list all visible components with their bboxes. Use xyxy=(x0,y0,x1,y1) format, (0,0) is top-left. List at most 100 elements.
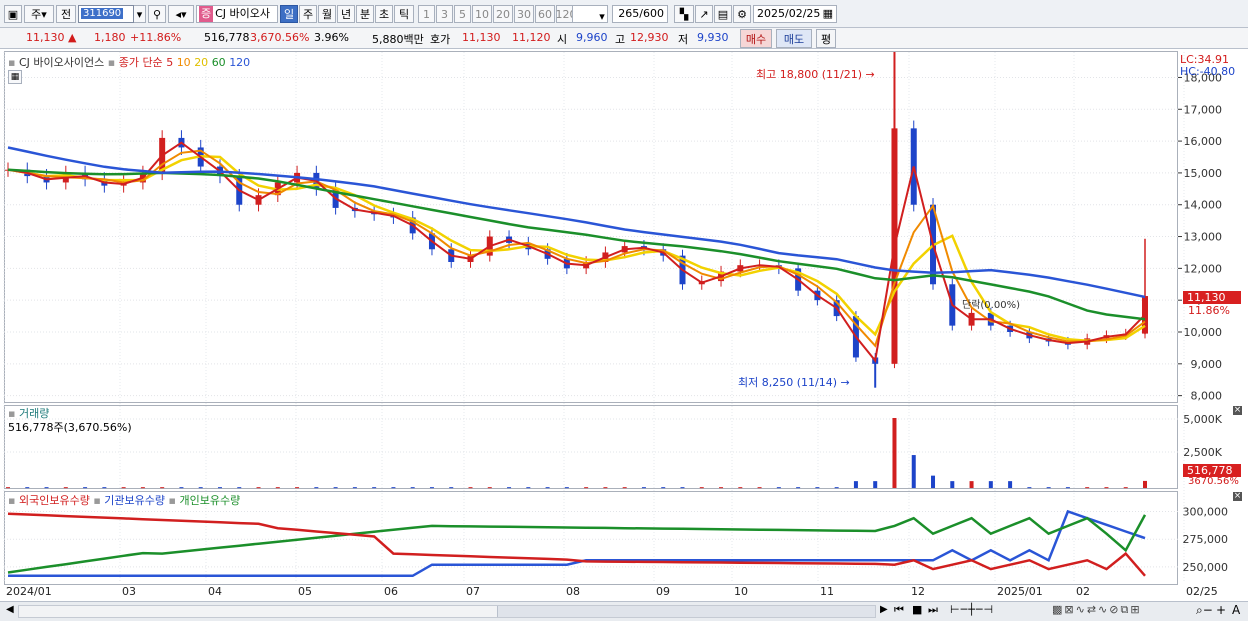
y-tick-label: 16,000 xyxy=(1184,135,1223,148)
volume-bar xyxy=(468,487,473,489)
legend-bullet: ▪ xyxy=(107,56,116,69)
drawing-tools-icon[interactable]: ▩⊠∿⇄∿⊘⧉⊞ xyxy=(1052,603,1142,617)
x-tick-label: 05 xyxy=(298,585,312,598)
x-tick-label: 08 xyxy=(566,585,580,598)
volume-bar xyxy=(352,487,357,489)
volume-bar xyxy=(1143,480,1147,488)
x-tick-label: 04 xyxy=(208,585,222,598)
volume-bar xyxy=(44,487,49,489)
last-icon[interactable]: ⏭ xyxy=(928,603,938,617)
scroll-right-icon[interactable]: ▶ xyxy=(880,604,888,615)
volume-bar xyxy=(1065,487,1070,489)
close-volume-icon[interactable]: × xyxy=(1233,406,1242,415)
high-annotation: 최고 18,800 (11/21) → xyxy=(756,68,875,81)
volume-bar xyxy=(931,475,936,488)
volume-bar xyxy=(564,487,569,489)
zoom-slider[interactable]: ⊢─┼─⊣ xyxy=(950,603,994,616)
y-tick-label: 17,000 xyxy=(1184,103,1223,116)
volume-bar xyxy=(102,487,107,489)
volume-bar xyxy=(680,487,685,489)
legend-foreign[interactable]: 외국인보유수량 xyxy=(19,494,90,507)
volume-bar xyxy=(719,487,724,489)
volume-pct-label: 3670.56% xyxy=(1188,476,1239,487)
table-toggle-icon[interactable]: ▦ xyxy=(8,70,22,84)
volume-bar xyxy=(796,487,801,489)
legend-institution[interactable]: 기관보유수량 xyxy=(104,494,165,507)
ma-60[interactable]: 60 xyxy=(212,56,226,69)
chart-canvas: 18,00017,00016,00015,00014,00013,00012,0… xyxy=(3,52,1229,598)
volume-bar xyxy=(757,487,762,489)
y-tick-label: 8,000 xyxy=(1191,390,1223,403)
volume-bar xyxy=(295,487,300,489)
ma-120[interactable]: 120 xyxy=(229,56,250,69)
holding-legend: ▪ 외국인보유수량 ▪ 기관보유수량 ▪ 개인보유수량 xyxy=(8,494,241,507)
legend-bullet: ▪ xyxy=(8,56,16,69)
horizontal-scrollbar[interactable] xyxy=(18,605,876,618)
volume-bar xyxy=(776,487,781,489)
volume-bar xyxy=(25,487,30,489)
auto-scale-icon[interactable]: A xyxy=(1232,603,1240,617)
current-price-box: 11,130 xyxy=(1183,291,1241,304)
volume-bar xyxy=(237,487,242,489)
volume-bar xyxy=(372,487,377,489)
volume-bar xyxy=(198,487,203,489)
hc-value: HC:-40.80 xyxy=(1180,65,1236,78)
zoom-out-icon[interactable]: ⌕− xyxy=(1196,603,1213,618)
x-tick-label: 02 xyxy=(1076,585,1090,598)
volume-bar xyxy=(1046,487,1051,489)
stop-icon[interactable]: ■ xyxy=(912,603,922,616)
volume-bar xyxy=(584,487,589,489)
x-tick-label: 03 xyxy=(122,585,136,598)
change-pct-label: 11.86% xyxy=(1188,304,1230,317)
volume-bar xyxy=(1123,487,1128,489)
vol-tick-label: 2,500K xyxy=(1183,446,1222,459)
y-tick-label: 9,000 xyxy=(1191,358,1223,371)
volume-bar xyxy=(83,487,88,489)
volume-value-label: 516,778주(3,670.56%) xyxy=(8,421,132,434)
volume-bar xyxy=(873,481,878,488)
scroll-thumb[interactable] xyxy=(497,606,875,617)
series-name[interactable]: CJ 바이오사이언스 xyxy=(19,56,104,69)
hold-tick-label: 250,000 xyxy=(1183,561,1229,574)
legend-individual[interactable]: 개인보유수량 xyxy=(179,494,240,507)
ma-title[interactable]: 종가 단순 xyxy=(119,56,163,69)
volume-bar xyxy=(140,487,145,489)
close-holding-icon[interactable]: × xyxy=(1233,492,1242,501)
hold-tick-label: 275,000 xyxy=(1183,533,1229,546)
volume-bar xyxy=(622,487,627,489)
low-annotation: 최저 8,250 (11/14) → xyxy=(738,376,850,389)
volume-bar xyxy=(853,481,858,488)
scroll-left-icon[interactable]: ◀ xyxy=(6,604,14,615)
volume-bar xyxy=(988,481,993,488)
volume-bar xyxy=(429,487,434,489)
volume-bar xyxy=(603,487,608,489)
volume-bar xyxy=(121,487,126,489)
chart-legend: ▪ CJ 바이오사이언스 ▪ 종가 단순 5 10 20 60 120 xyxy=(8,54,250,70)
volume-bar xyxy=(179,487,184,489)
volume-bar xyxy=(63,487,68,489)
volume-bar xyxy=(487,487,492,489)
y-tick-label: 10,000 xyxy=(1184,326,1223,339)
volume-bar xyxy=(6,487,10,489)
volume-bar xyxy=(950,481,955,488)
x-tick-label: 02/25 xyxy=(1186,585,1218,598)
ma-20[interactable]: 20 xyxy=(194,56,208,69)
ma-10[interactable]: 10 xyxy=(177,56,191,69)
volume-bar xyxy=(1085,487,1090,489)
volume-bar xyxy=(410,487,415,489)
volume-bar xyxy=(333,487,338,489)
hold-tick-label: 300,000 xyxy=(1183,506,1229,519)
volume-bar xyxy=(275,487,280,489)
volume-bar xyxy=(815,487,820,489)
volume-bar xyxy=(526,487,531,489)
y-tick-label: 14,000 xyxy=(1184,199,1223,212)
ma5-line xyxy=(7,141,1146,363)
y-tick-label: 13,000 xyxy=(1184,231,1223,244)
zoom-in-icon[interactable]: + xyxy=(1216,603,1226,617)
x-tick-label: 10 xyxy=(734,585,748,598)
ma-5[interactable]: 5 xyxy=(166,56,173,69)
volume-bar xyxy=(661,487,666,489)
volume-bar xyxy=(738,487,743,489)
first-icon[interactable]: ⏮ xyxy=(894,603,904,617)
volume-bar xyxy=(545,487,550,489)
